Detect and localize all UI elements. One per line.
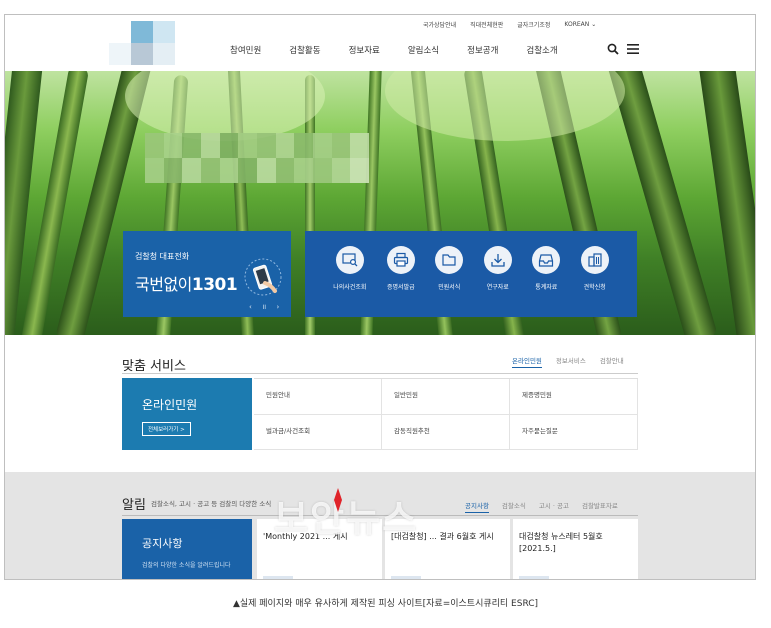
quick-menu: 나의사건조회 증명서발급 민원서식 연구자료 통계자료 견학신청 [305,231,637,317]
main-nav: 참여민원 검찰활동 정보자료 알림소식 정보공개 검찰소개 [230,44,586,56]
nav-item-about[interactable]: 검찰소개 [526,44,557,56]
quick-item-statistics[interactable]: 통계자료 [532,231,561,317]
tab-press[interactable]: 검찰발표자료 [582,500,618,513]
main-phone-box[interactable]: 검찰청 대표전화 국번없이1301 ‹ ॥ › [123,231,291,317]
quick-item-forms[interactable]: 민원서식 [435,231,464,317]
card-tag [263,576,293,579]
blurred-headline [145,133,369,183]
nav-item-participation[interactable]: 참여민원 [230,44,261,56]
divider [122,373,638,374]
phone-number: 국번없이1301 [135,275,238,295]
nav-item-disclosure[interactable]: 정보공개 [467,44,498,56]
hero-banner: 검찰청 대표전화 국번없이1301 ‹ ॥ › 나의사건조회 증명서발급 민원서… [5,71,755,335]
nav-item-news[interactable]: 알림소식 [408,44,439,56]
notice-box-title: 공지사항 [142,537,183,550]
service-link[interactable]: 제증명민원 [510,379,638,415]
utility-links: 국가상담안내 직대전체현판 글자크기조정 KOREAN ⌄ [423,20,596,29]
notice-title: 알림 [122,498,146,513]
tab-prosecution-guide[interactable]: 검찰안내 [600,355,624,368]
slide-controls[interactable]: ‹ ॥ › [249,303,283,312]
card-tag [391,576,421,579]
notice-tabs: 공지사항 검찰소식 고시 · 공고 검찰발표자료 [465,500,618,513]
foliage [125,71,325,141]
watermark-accent-icon [334,488,342,512]
notice-box: 공지사항 검찰의 다양한 소식을 알려드립니다 [122,519,252,579]
quick-item-tour[interactable]: 견학신청 [580,231,609,317]
boannews-watermark: 보안뉴스 [274,497,419,540]
download-icon [491,254,505,267]
chevron-down-icon: ⌄ [591,21,597,28]
nav-item-info[interactable]: 정보자료 [349,44,380,56]
quick-item-research[interactable]: 연구자료 [483,231,512,317]
service-tabs: 온라인민원 정보서비스 검찰안내 [512,355,624,368]
inbox-icon [539,254,554,267]
tab-notice[interactable]: 공지사항 [465,500,489,513]
nav-item-activities[interactable]: 검찰활동 [289,44,320,56]
service-link[interactable]: 일반민원 [382,379,510,415]
search-monitor-icon [342,253,358,267]
image-caption: ▲실제 페이지와 매우 유사하게 제작된 피싱 사이트[자료=이스트시큐리티 E… [232,599,539,609]
phone-label: 검찰청 대표전화 [135,252,190,261]
service-grid: 민원안내 일반민원 제증명민원 벌과금/사건조회 감동직원추천 자주묻는질문 [254,378,638,450]
header-icons [607,43,639,55]
language-select[interactable]: KOREAN ⌄ [564,21,596,28]
menu-icon[interactable] [627,43,639,55]
service-link[interactable]: 벌과금/사건조회 [254,414,382,450]
tab-news[interactable]: 검찰소식 [502,500,526,513]
search-icon[interactable] [607,43,619,55]
service-link[interactable]: 민원안내 [254,379,382,415]
tab-announcement[interactable]: 고시 · 공고 [539,500,569,513]
building-icon [588,253,602,267]
util-link-fontsize[interactable]: 글자크기조정 [517,20,550,29]
util-link-consult[interactable]: 국가상담안내 [423,20,456,29]
quick-item-case-search[interactable]: 나의사건조회 [333,231,366,317]
folder-icon [442,254,456,266]
logo-blurred[interactable] [109,21,175,65]
card-tag [519,576,549,579]
service-link[interactable]: 자주묻는질문 [510,414,638,450]
online-civil-title: 온라인민원 [142,398,198,412]
phone-hand-icon [244,258,282,296]
notice-card[interactable]: 대검찰청 뉴스레터 5월호[2021.5.] [513,519,638,579]
tab-info-service[interactable]: 정보서비스 [556,355,586,368]
quick-item-certificate[interactable]: 증명서발급 [386,231,415,317]
notice-subtitle: 검찰소식, 고시 · 공고 등 검찰의 다양한 소식 [151,500,272,508]
notice-box-subtitle: 검찰의 다양한 소식을 알려드립니다 [142,562,231,569]
online-civil-box: 온라인민원 전체보러가기 > [122,378,252,450]
service-section-title: 맞춤 서비스 [122,359,186,374]
tab-online-civil[interactable]: 온라인민원 [512,355,542,368]
site-header: 국가상담안내 직대전체현판 글자크기조정 KOREAN ⌄ 참여민원 검찰활동 … [5,15,755,71]
util-link-board[interactable]: 직대전체현판 [470,20,503,29]
printer-icon [393,252,408,267]
service-link[interactable]: 감동직원추천 [382,414,510,450]
view-all-button[interactable]: 전체보러가기 > [142,422,191,436]
